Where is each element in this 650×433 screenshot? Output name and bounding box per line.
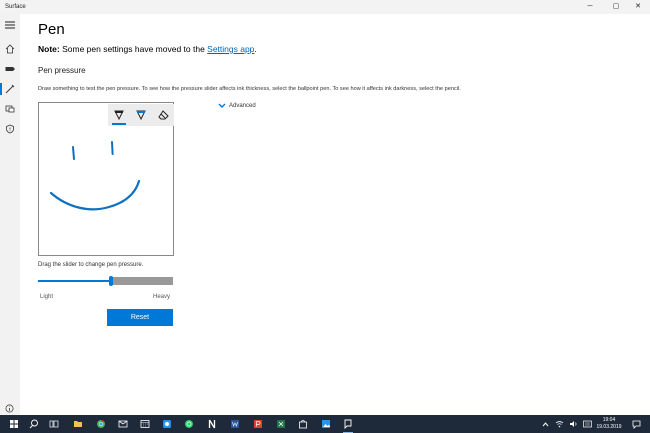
reset-button[interactable]: Reset — [107, 309, 173, 326]
close-button[interactable]: ✕ — [626, 0, 650, 14]
clock[interactable]: 19:04 19.03.2019 — [594, 417, 624, 431]
ballpoint-pen-tool[interactable] — [108, 104, 130, 126]
page-title: Pen — [38, 21, 65, 38]
devices-icon — [5, 105, 15, 113]
slider-thumb[interactable] — [109, 276, 113, 286]
messenger-icon — [163, 420, 171, 428]
taskbar-excel-button[interactable] — [274, 417, 288, 431]
network-button[interactable] — [552, 417, 566, 431]
slider-label: Drag the slider to change pen pressure. — [38, 262, 144, 268]
file-explorer-icon — [74, 421, 82, 427]
taskbar-search-button[interactable] — [27, 417, 41, 431]
slider-max-label: Heavy — [153, 294, 171, 300]
surface-app-window: Surface ─ ▢ ✕ Pen Note: Some pen setting — [0, 0, 650, 415]
sidebar-item-home[interactable] — [0, 40, 20, 58]
taskbar-word-button[interactable] — [228, 417, 242, 431]
pressure-description: Draw something to test the pen pressure.… — [38, 86, 461, 92]
start-icon — [10, 420, 18, 428]
sidebar-item-devices[interactable] — [0, 100, 20, 118]
home-icon — [5, 44, 15, 54]
taskbar-photos-button[interactable] — [319, 417, 333, 431]
hamburger-icon — [5, 21, 15, 29]
action-center-icon — [632, 420, 640, 429]
netflix-icon — [208, 419, 216, 429]
word-icon — [231, 420, 239, 428]
main-content: Pen Note: Some pen settings have moved t… — [20, 14, 650, 415]
advanced-label: Advanced — [229, 103, 256, 109]
minimize-button[interactable]: ─ — [578, 0, 602, 14]
action-center-button[interactable] — [629, 417, 643, 431]
taskbar-surface-app-button[interactable] — [341, 417, 355, 433]
mail-icon — [118, 420, 128, 428]
volume-icon — [569, 421, 576, 427]
taskbar-file-explorer-button[interactable] — [71, 417, 85, 431]
search-icon — [29, 419, 38, 429]
taskbar-messenger-button[interactable] — [160, 417, 174, 431]
taskbar-store-button[interactable] — [296, 417, 310, 431]
eraser-icon — [157, 110, 169, 120]
drawing-canvas[interactable] — [38, 102, 174, 256]
pressure-slider[interactable] — [38, 276, 173, 286]
taskbar-calendar-button[interactable] — [138, 417, 152, 431]
whatsapp-icon — [185, 420, 193, 428]
pen-icon — [5, 84, 15, 94]
surface-app-icon — [344, 419, 352, 429]
sidebar — [0, 14, 20, 415]
taskbar-whatsapp-button[interactable] — [182, 417, 196, 431]
battery-icon — [5, 67, 15, 71]
advanced-toggle[interactable]: Advanced — [218, 103, 256, 109]
info-icon — [5, 404, 14, 413]
note-text: Note: Some pen settings have moved to th… — [38, 44, 257, 54]
settings-app-link[interactable]: Settings app — [207, 44, 254, 54]
sidebar-item-pen[interactable] — [0, 80, 20, 98]
chevron-down-icon — [218, 103, 226, 108]
taskbar-netflix-button[interactable] — [205, 417, 219, 431]
volume-button[interactable] — [566, 417, 580, 431]
sidebar-item-battery[interactable] — [0, 60, 20, 78]
taskbar-start-button[interactable] — [7, 417, 21, 431]
pencil-tool[interactable] — [130, 104, 152, 126]
slider-track-filled — [38, 280, 111, 282]
store-icon — [299, 420, 307, 429]
window-title: Surface — [5, 4, 26, 10]
chevron-up-icon — [542, 421, 548, 426]
chrome-icon — [97, 419, 105, 428]
slider-track-remaining — [111, 277, 173, 285]
sidebar-item-security[interactable] — [0, 120, 20, 138]
pencil-icon — [136, 110, 146, 120]
wifi-icon — [555, 421, 563, 428]
input-indicator-button[interactable] — [580, 417, 594, 431]
menu-button[interactable] — [0, 16, 20, 34]
eraser-tool[interactable] — [152, 104, 174, 126]
title-bar[interactable]: Surface ─ ▢ ✕ — [0, 0, 650, 14]
ink-toolbar — [108, 104, 174, 126]
powerpoint-icon — [254, 420, 262, 428]
language-icon — [582, 420, 592, 428]
slider-min-label: Light — [40, 294, 54, 300]
note-body: Some pen settings have moved to the — [59, 44, 208, 54]
task-view-icon — [49, 420, 59, 428]
calendar-icon — [140, 420, 150, 428]
maximize-button[interactable]: ▢ — [604, 0, 628, 14]
note-label: Note: — [38, 44, 60, 54]
note-end: . — [254, 44, 257, 54]
section-title: Pen pressure — [38, 66, 86, 75]
clock-time: 19:04 — [602, 417, 616, 423]
excel-icon — [277, 420, 285, 428]
taskbar-task-view-button[interactable] — [47, 417, 61, 431]
taskbar-powerpoint-button[interactable] — [251, 417, 265, 431]
clock-date: 19.03.2019 — [596, 424, 622, 430]
ballpoint-pen-icon — [114, 110, 124, 120]
taskbar: 19:04 19.03.2019 — [0, 415, 650, 433]
show-hidden-icons-button[interactable] — [538, 417, 552, 431]
taskbar-mail-button[interactable] — [116, 417, 130, 431]
shield-icon — [6, 124, 14, 134]
taskbar-chrome-button[interactable] — [94, 417, 108, 431]
photos-icon — [322, 420, 330, 428]
